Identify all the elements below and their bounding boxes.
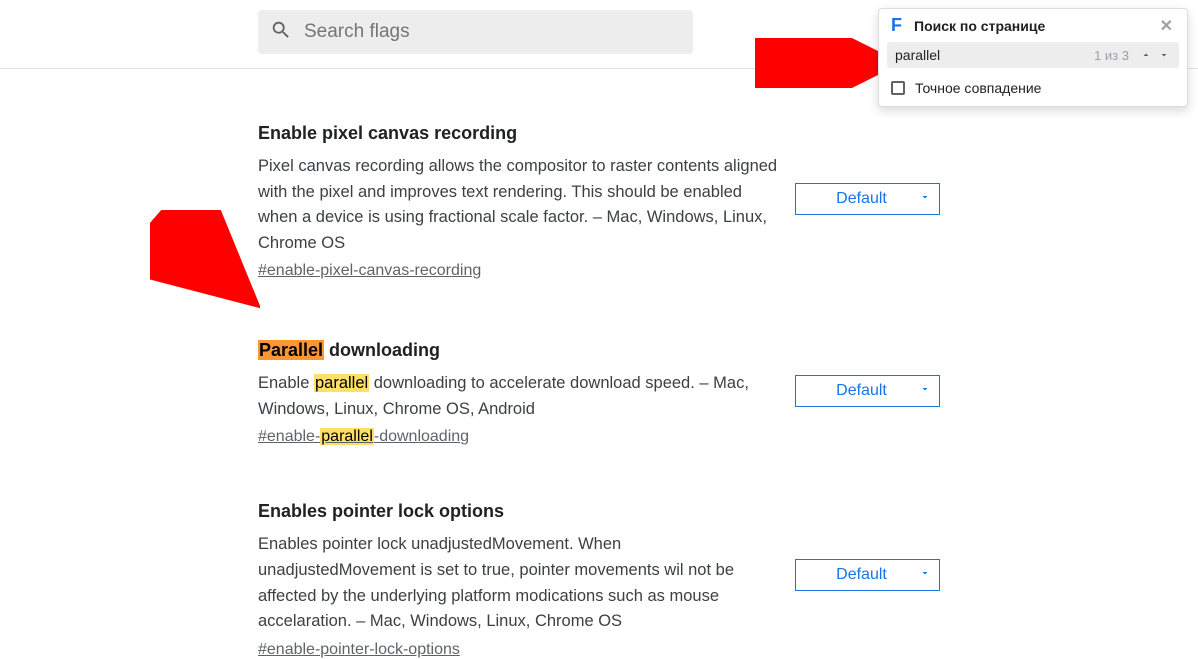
flag-dropdown-value: Default: [804, 566, 919, 584]
flag-item: Enable pixel canvas recording Pixel canv…: [258, 123, 940, 280]
flag-dropdown[interactable]: Default: [795, 183, 940, 215]
flag-item: Enables pointer lock options Enables poi…: [258, 501, 940, 658]
flag-item: Parallel downloading Enable parallel dow…: [258, 340, 940, 446]
find-in-page-panel: F Поиск по странице ✕ 1 из 3 Точное совп…: [878, 8, 1188, 107]
find-exact-match-label: Точное совпадение: [915, 80, 1041, 96]
search-icon: [270, 19, 302, 46]
flag-hash-link[interactable]: #enable-parallel-downloading: [258, 428, 469, 446]
search-highlight: parallel: [320, 428, 374, 445]
find-title: Поиск по странице: [914, 18, 1156, 34]
find-exact-match-option[interactable]: Точное совпадение: [879, 74, 1187, 106]
checkbox-icon[interactable]: [891, 81, 905, 95]
close-icon[interactable]: ✕: [1156, 16, 1177, 36]
flag-dropdown[interactable]: Default: [795, 375, 940, 407]
find-prev-button[interactable]: [1137, 46, 1155, 64]
chevron-down-icon: [919, 190, 931, 208]
find-next-button[interactable]: [1155, 46, 1173, 64]
flag-hash-link[interactable]: #enable-pointer-lock-options: [258, 641, 460, 659]
find-tab-icon: F: [891, 15, 902, 36]
flag-description: Enable parallel downloading to accelerat…: [258, 371, 778, 422]
flag-description: Enables pointer lock unadjustedMovement.…: [258, 532, 778, 634]
flag-dropdown-value: Default: [804, 190, 919, 208]
find-header: F Поиск по странице ✕: [879, 9, 1187, 42]
find-input[interactable]: [893, 46, 1094, 64]
flag-title: Parallel downloading: [258, 340, 940, 361]
search-highlight-current: Parallel: [258, 340, 324, 360]
flag-title: Enables pointer lock options: [258, 501, 940, 522]
chevron-down-icon: [919, 382, 931, 400]
search-flags-box[interactable]: [258, 10, 693, 54]
find-input-row: 1 из 3: [887, 42, 1179, 68]
search-flags-input[interactable]: [302, 20, 681, 44]
flag-description: Pixel canvas recording allows the compos…: [258, 154, 778, 256]
flag-dropdown[interactable]: Default: [795, 559, 940, 591]
flag-title: Enable pixel canvas recording: [258, 123, 940, 144]
flag-dropdown-value: Default: [804, 382, 919, 400]
flag-hash-link[interactable]: #enable-pixel-canvas-recording: [258, 262, 481, 280]
chevron-down-icon: [919, 566, 931, 584]
flags-list: Enable pixel canvas recording Pixel canv…: [0, 69, 940, 659]
search-highlight: parallel: [314, 374, 369, 392]
find-match-count: 1 из 3: [1094, 48, 1129, 63]
